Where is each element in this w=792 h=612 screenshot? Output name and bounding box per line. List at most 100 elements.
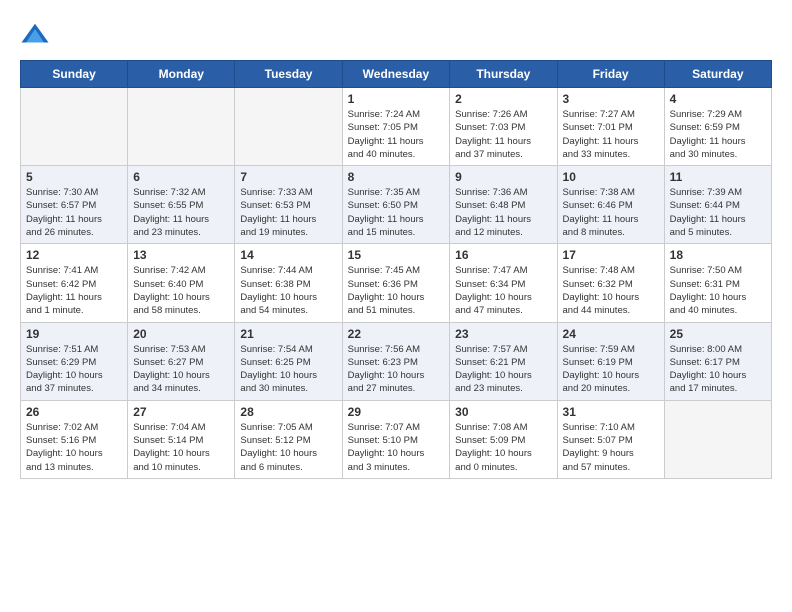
day-info: Sunrise: 7:35 AM Sunset: 6:50 PM Dayligh… [348,186,445,239]
calendar-week-row: 1 Sunrise: 7:24 AM Sunset: 7:05 PM Daylig… [21,88,772,166]
page-header [20,20,772,50]
calendar-day-10: 10 Sunrise: 7:38 AM Sunset: 6:46 PM Dayli… [557,166,664,244]
calendar-day-13: 13 Sunrise: 7:42 AM Sunset: 6:40 PM Dayli… [128,244,235,322]
calendar-day-29: 29Sunrise: 7:07 AM Sunset: 5:10 PM Dayli… [342,400,450,478]
day-info: Sunrise: 7:32 AM Sunset: 6:55 PM Dayligh… [133,186,229,239]
day-info: Sunrise: 7:45 AM Sunset: 6:36 PM Dayligh… [348,264,445,317]
day-number: 14 [240,248,336,262]
calendar-day-15: 15Sunrise: 7:45 AM Sunset: 6:36 PM Dayli… [342,244,450,322]
day-info: Sunrise: 7:10 AM Sunset: 5:07 PM Dayligh… [563,421,659,474]
day-number: 2 [455,92,551,106]
calendar-day-21: 21 Sunrise: 7:54 AM Sunset: 6:25 PM Dayli… [235,322,342,400]
calendar-week-row: 5Sunrise: 7:30 AM Sunset: 6:57 PM Daylig… [21,166,772,244]
logo-icon [20,20,50,50]
calendar-day-23: 23 Sunrise: 7:57 AM Sunset: 6:21 PM Dayli… [450,322,557,400]
day-header-saturday: Saturday [664,61,771,88]
day-info: Sunrise: 7:48 AM Sunset: 6:32 PM Dayligh… [563,264,659,317]
calendar-day-6: 6 Sunrise: 7:32 AM Sunset: 6:55 PM Daylig… [128,166,235,244]
calendar-day-7: 7Sunrise: 7:33 AM Sunset: 6:53 PM Daylig… [235,166,342,244]
day-number: 10 [563,170,659,184]
calendar-day-18: 18 Sunrise: 7:50 AM Sunset: 6:31 PM Dayli… [664,244,771,322]
day-number: 22 [348,327,445,341]
day-info: Sunrise: 7:30 AM Sunset: 6:57 PM Dayligh… [26,186,122,239]
calendar-day-17: 17 Sunrise: 7:48 AM Sunset: 6:32 PM Dayli… [557,244,664,322]
day-info: Sunrise: 7:50 AM Sunset: 6:31 PM Dayligh… [670,264,766,317]
day-info: Sunrise: 7:39 AM Sunset: 6:44 PM Dayligh… [670,186,766,239]
calendar-day-16: 16 Sunrise: 7:47 AM Sunset: 6:34 PM Dayli… [450,244,557,322]
day-number: 29 [348,405,445,419]
day-info: Sunrise: 7:38 AM Sunset: 6:46 PM Dayligh… [563,186,659,239]
day-info: Sunrise: 7:24 AM Sunset: 7:05 PM Dayligh… [348,108,445,161]
day-number: 1 [348,92,445,106]
day-header-wednesday: Wednesday [342,61,450,88]
calendar-day-2: 2 Sunrise: 7:26 AM Sunset: 7:03 PM Daylig… [450,88,557,166]
day-info: Sunrise: 7:33 AM Sunset: 6:53 PM Dayligh… [240,186,336,239]
calendar-day-1: 1 Sunrise: 7:24 AM Sunset: 7:05 PM Daylig… [342,88,450,166]
day-info: Sunrise: 7:27 AM Sunset: 7:01 PM Dayligh… [563,108,659,161]
day-number: 23 [455,327,551,341]
calendar-day-empty [128,88,235,166]
day-number: 27 [133,405,229,419]
calendar-day-28: 28 Sunrise: 7:05 AM Sunset: 5:12 PM Dayli… [235,400,342,478]
day-header-tuesday: Tuesday [235,61,342,88]
day-number: 21 [240,327,336,341]
day-info: Sunrise: 7:51 AM Sunset: 6:29 PM Dayligh… [26,343,122,396]
calendar-day-5: 5Sunrise: 7:30 AM Sunset: 6:57 PM Daylig… [21,166,128,244]
day-number: 24 [563,327,659,341]
day-number: 28 [240,405,336,419]
day-info: Sunrise: 7:29 AM Sunset: 6:59 PM Dayligh… [670,108,766,161]
day-number: 4 [670,92,766,106]
day-number: 20 [133,327,229,341]
day-number: 3 [563,92,659,106]
calendar-day-12: 12 Sunrise: 7:41 AM Sunset: 6:42 PM Dayli… [21,244,128,322]
day-info: Sunrise: 7:53 AM Sunset: 6:27 PM Dayligh… [133,343,229,396]
calendar-day-31: 31 Sunrise: 7:10 AM Sunset: 5:07 PM Dayli… [557,400,664,478]
day-info: Sunrise: 7:05 AM Sunset: 5:12 PM Dayligh… [240,421,336,474]
day-info: Sunrise: 7:02 AM Sunset: 5:16 PM Dayligh… [26,421,122,474]
day-number: 31 [563,405,659,419]
day-info: Sunrise: 7:56 AM Sunset: 6:23 PM Dayligh… [348,343,445,396]
day-number: 8 [348,170,445,184]
day-info: Sunrise: 7:26 AM Sunset: 7:03 PM Dayligh… [455,108,551,161]
calendar-day-19: 19 Sunrise: 7:51 AM Sunset: 6:29 PM Dayli… [21,322,128,400]
day-info: Sunrise: 7:36 AM Sunset: 6:48 PM Dayligh… [455,186,551,239]
calendar-day-22: 22 Sunrise: 7:56 AM Sunset: 6:23 PM Dayli… [342,322,450,400]
day-number: 30 [455,405,551,419]
day-number: 18 [670,248,766,262]
day-number: 19 [26,327,122,341]
day-info: Sunrise: 7:47 AM Sunset: 6:34 PM Dayligh… [455,264,551,317]
day-number: 6 [133,170,229,184]
calendar-day-8: 8 Sunrise: 7:35 AM Sunset: 6:50 PM Daylig… [342,166,450,244]
day-info: Sunrise: 7:59 AM Sunset: 6:19 PM Dayligh… [563,343,659,396]
day-info: Sunrise: 7:42 AM Sunset: 6:40 PM Dayligh… [133,264,229,317]
day-number: 12 [26,248,122,262]
calendar-day-11: 11 Sunrise: 7:39 AM Sunset: 6:44 PM Dayli… [664,166,771,244]
day-number: 17 [563,248,659,262]
day-number: 26 [26,405,122,419]
calendar-week-row: 19 Sunrise: 7:51 AM Sunset: 6:29 PM Dayli… [21,322,772,400]
calendar-day-14: 14 Sunrise: 7:44 AM Sunset: 6:38 PM Dayli… [235,244,342,322]
day-header-friday: Friday [557,61,664,88]
calendar-week-row: 26 Sunrise: 7:02 AM Sunset: 5:16 PM Dayli… [21,400,772,478]
calendar-day-26: 26 Sunrise: 7:02 AM Sunset: 5:16 PM Dayli… [21,400,128,478]
calendar-day-empty [21,88,128,166]
day-number: 13 [133,248,229,262]
day-header-sunday: Sunday [21,61,128,88]
calendar-day-20: 20 Sunrise: 7:53 AM Sunset: 6:27 PM Dayli… [128,322,235,400]
day-number: 11 [670,170,766,184]
day-info: Sunrise: 8:00 AM Sunset: 6:17 PM Dayligh… [670,343,766,396]
day-info: Sunrise: 7:44 AM Sunset: 6:38 PM Dayligh… [240,264,336,317]
calendar-day-empty [664,400,771,478]
calendar-day-empty [235,88,342,166]
day-info: Sunrise: 7:41 AM Sunset: 6:42 PM Dayligh… [26,264,122,317]
calendar-day-3: 3 Sunrise: 7:27 AM Sunset: 7:01 PM Daylig… [557,88,664,166]
calendar-day-25: 25Sunrise: 8:00 AM Sunset: 6:17 PM Dayli… [664,322,771,400]
calendar-table: SundayMondayTuesdayWednesdayThursdayFrid… [20,60,772,479]
day-info: Sunrise: 7:57 AM Sunset: 6:21 PM Dayligh… [455,343,551,396]
day-info: Sunrise: 7:54 AM Sunset: 6:25 PM Dayligh… [240,343,336,396]
calendar-day-24: 24 Sunrise: 7:59 AM Sunset: 6:19 PM Dayli… [557,322,664,400]
day-number: 16 [455,248,551,262]
calendar-day-4: 4 Sunrise: 7:29 AM Sunset: 6:59 PM Daylig… [664,88,771,166]
day-number: 9 [455,170,551,184]
calendar-day-9: 9 Sunrise: 7:36 AM Sunset: 6:48 PM Daylig… [450,166,557,244]
